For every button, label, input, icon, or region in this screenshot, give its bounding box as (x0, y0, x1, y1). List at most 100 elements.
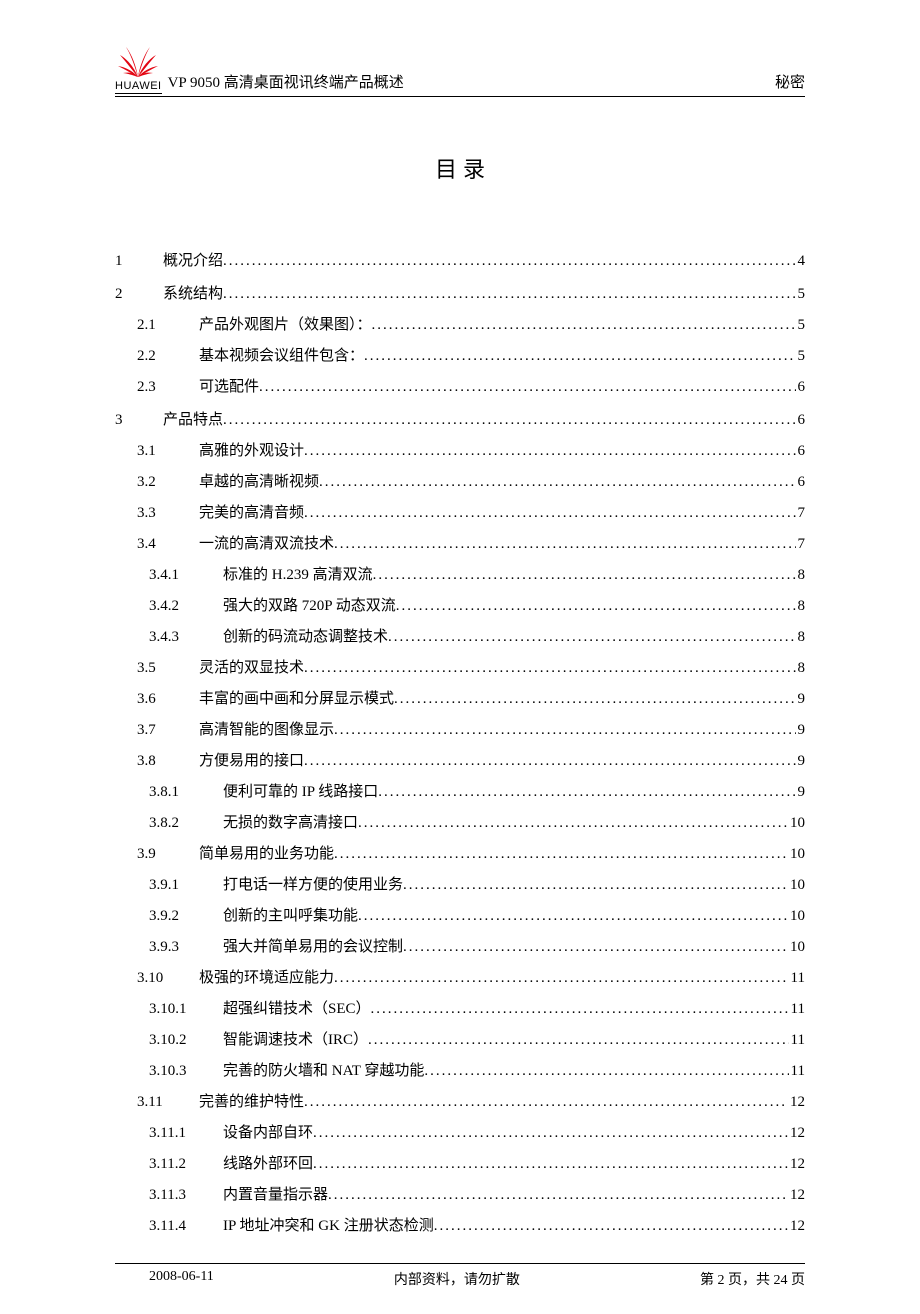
toc-entry-page: 12 (788, 1187, 805, 1204)
toc-entry[interactable]: 3.10极强的环境适应能力11 (137, 966, 805, 987)
toc-entry[interactable]: 2系统结构5 (115, 282, 805, 303)
toc-heading: 目 录 (115, 152, 805, 184)
toc-entry[interactable]: 3.4.3创新的码流动态调整技术8 (149, 625, 805, 646)
toc-entry[interactable]: 3.7高清智能的图像显示9 (137, 718, 805, 739)
toc-entry[interactable]: 3.9简单易用的业务功能10 (137, 842, 805, 863)
toc-entry-number: 2.3 (137, 379, 199, 396)
toc-entry[interactable]: 3.10.1超强纠错技术（SEC）11 (149, 997, 805, 1018)
toc-entry[interactable]: 3.11.2线路外部环回12 (149, 1152, 805, 1173)
toc-entry-number: 3.9.2 (149, 908, 223, 925)
toc-entry-text: 无损的数字高清接口 (223, 811, 358, 832)
toc-leader-dots (304, 660, 795, 677)
toc-entry[interactable]: 3.4.1标准的 H.239 高清双流8 (149, 563, 805, 584)
toc-entry-text: 超强纠错技术（SEC） (223, 997, 371, 1018)
toc-entry-text: 可选配件 (199, 375, 259, 396)
toc-entry-number: 2.1 (137, 317, 199, 334)
toc-entry-page: 12 (788, 1156, 805, 1173)
toc-entry-page: 9 (796, 753, 806, 770)
toc-entry-number: 3.10 (137, 970, 199, 987)
toc-entry[interactable]: 3.11完善的维护特性12 (137, 1090, 805, 1111)
toc-entry-number: 1 (115, 253, 163, 270)
toc-entry-page: 6 (796, 443, 806, 460)
toc-leader-dots (223, 412, 795, 429)
toc-entry[interactable]: 3.11.1设备内部自环12 (149, 1121, 805, 1142)
table-of-contents: 1概况介绍42系统结构52.1产品外观图片（效果图）：52.2基本视频会议组件包… (115, 249, 805, 1235)
toc-entry-page: 10 (788, 846, 805, 863)
toc-entry[interactable]: 2.2基本视频会议组件包含：5 (137, 344, 805, 365)
toc-entry-text: 强大并简单易用的会议控制 (223, 935, 403, 956)
toc-entry[interactable]: 3.8.2无损的数字高清接口10 (149, 811, 805, 832)
toc-entry-text: 设备内部自环 (223, 1121, 313, 1142)
toc-entry[interactable]: 3.8.1便利可靠的 IP 线路接口9 (149, 780, 805, 801)
toc-entry[interactable]: 3.6丰富的画中画和分屏显示模式9 (137, 687, 805, 708)
toc-leader-dots (388, 629, 795, 646)
toc-entry[interactable]: 3.4.2强大的双路 720P 动态双流8 (149, 594, 805, 615)
toc-entry-number: 3.10.1 (149, 1001, 223, 1018)
toc-entry-number: 3.6 (137, 691, 199, 708)
toc-entry[interactable]: 1概况介绍4 (115, 249, 805, 270)
toc-entry-number: 3.8.1 (149, 784, 223, 801)
footer-page-number: 第 2 页，共 24 页 (700, 1269, 805, 1289)
toc-entry[interactable]: 3.8方便易用的接口9 (137, 749, 805, 770)
toc-entry-text: 卓越的高清晰视频 (199, 470, 319, 491)
toc-entry-page: 8 (796, 629, 806, 646)
toc-entry[interactable]: 3.11.3内置音量指示器12 (149, 1183, 805, 1204)
toc-entry-page: 10 (788, 908, 805, 925)
toc-entry-text: 灵活的双显技术 (199, 656, 304, 677)
toc-entry-number: 3.11 (137, 1094, 199, 1111)
huawei-logo: HUAWEI (115, 45, 162, 94)
toc-leader-dots (394, 691, 795, 708)
toc-leader-dots (313, 1156, 788, 1173)
toc-entry-number: 3.10.2 (149, 1032, 223, 1049)
toc-entry[interactable]: 3.3完美的高清音频7 (137, 501, 805, 522)
toc-entry-number: 3.11.4 (149, 1218, 223, 1235)
toc-entry-text: 系统结构 (163, 282, 223, 303)
toc-entry[interactable]: 3产品特点6 (115, 408, 805, 429)
toc-entry-number: 3 (115, 412, 163, 429)
toc-entry[interactable]: 2.1产品外观图片（效果图）：5 (137, 313, 805, 334)
toc-entry-page: 11 (789, 1032, 805, 1049)
toc-leader-dots (304, 443, 795, 460)
toc-entry-page: 10 (788, 877, 805, 894)
toc-entry-text: 强大的双路 720P 动态双流 (223, 594, 396, 615)
toc-leader-dots (403, 877, 788, 894)
toc-entry[interactable]: 3.5灵活的双显技术8 (137, 656, 805, 677)
toc-leader-dots (403, 939, 788, 956)
toc-entry[interactable]: 3.1高雅的外观设计6 (137, 439, 805, 460)
toc-entry[interactable]: 3.10.2智能调速技术（IRC）11 (149, 1028, 805, 1049)
toc-entry-page: 9 (796, 784, 806, 801)
toc-entry-text: 极强的环境适应能力 (199, 966, 334, 987)
toc-entry-text: 创新的主叫呼集功能 (223, 904, 358, 925)
toc-entry-page: 8 (796, 567, 806, 584)
toc-entry-page: 5 (796, 348, 806, 365)
toc-entry-number: 3.4.2 (149, 598, 223, 615)
toc-entry-number: 3.1 (137, 443, 199, 460)
toc-entry-number: 3.9.1 (149, 877, 223, 894)
toc-leader-dots (364, 348, 795, 365)
document-page: HUAWEI VP 9050 高清桌面视讯终端产品概述 秘密 目 录 1概况介绍… (0, 0, 920, 1314)
toc-entry[interactable]: 3.9.3强大并简单易用的会议控制10 (149, 935, 805, 956)
toc-entry[interactable]: 3.11.4IP 地址冲突和 GK 注册状态检测12 (149, 1214, 805, 1235)
page-header: HUAWEI VP 9050 高清桌面视讯终端产品概述 秘密 (115, 45, 805, 97)
toc-entry[interactable]: 3.2卓越的高清晰视频6 (137, 470, 805, 491)
toc-leader-dots (319, 474, 795, 491)
toc-entry-text: 丰富的画中画和分屏显示模式 (199, 687, 394, 708)
toc-entry-text: 创新的码流动态调整技术 (223, 625, 388, 646)
toc-entry[interactable]: 3.4一流的高清双流技术7 (137, 532, 805, 553)
toc-entry-page: 6 (796, 379, 806, 396)
toc-leader-dots (371, 1001, 789, 1018)
toc-entry-number: 3.11.2 (149, 1156, 223, 1173)
toc-entry-page: 12 (788, 1094, 805, 1111)
toc-entry-text: IP 地址冲突和 GK 注册状态检测 (223, 1214, 434, 1235)
toc-leader-dots (304, 505, 795, 522)
toc-entry-number: 3.11.1 (149, 1125, 223, 1142)
toc-entry-page: 8 (796, 660, 806, 677)
toc-entry-page: 5 (796, 286, 806, 303)
toc-entry-number: 3.9.3 (149, 939, 223, 956)
toc-leader-dots (373, 567, 796, 584)
toc-entry[interactable]: 2.3可选配件 6 (137, 375, 805, 396)
toc-entry[interactable]: 3.9.1打电话一样方便的使用业务10 (149, 873, 805, 894)
toc-entry[interactable]: 3.10.3完善的防火墙和 NAT 穿越功能11 (149, 1059, 805, 1080)
toc-entry[interactable]: 3.9.2创新的主叫呼集功能 10 (149, 904, 805, 925)
toc-entry-number: 3.7 (137, 722, 199, 739)
